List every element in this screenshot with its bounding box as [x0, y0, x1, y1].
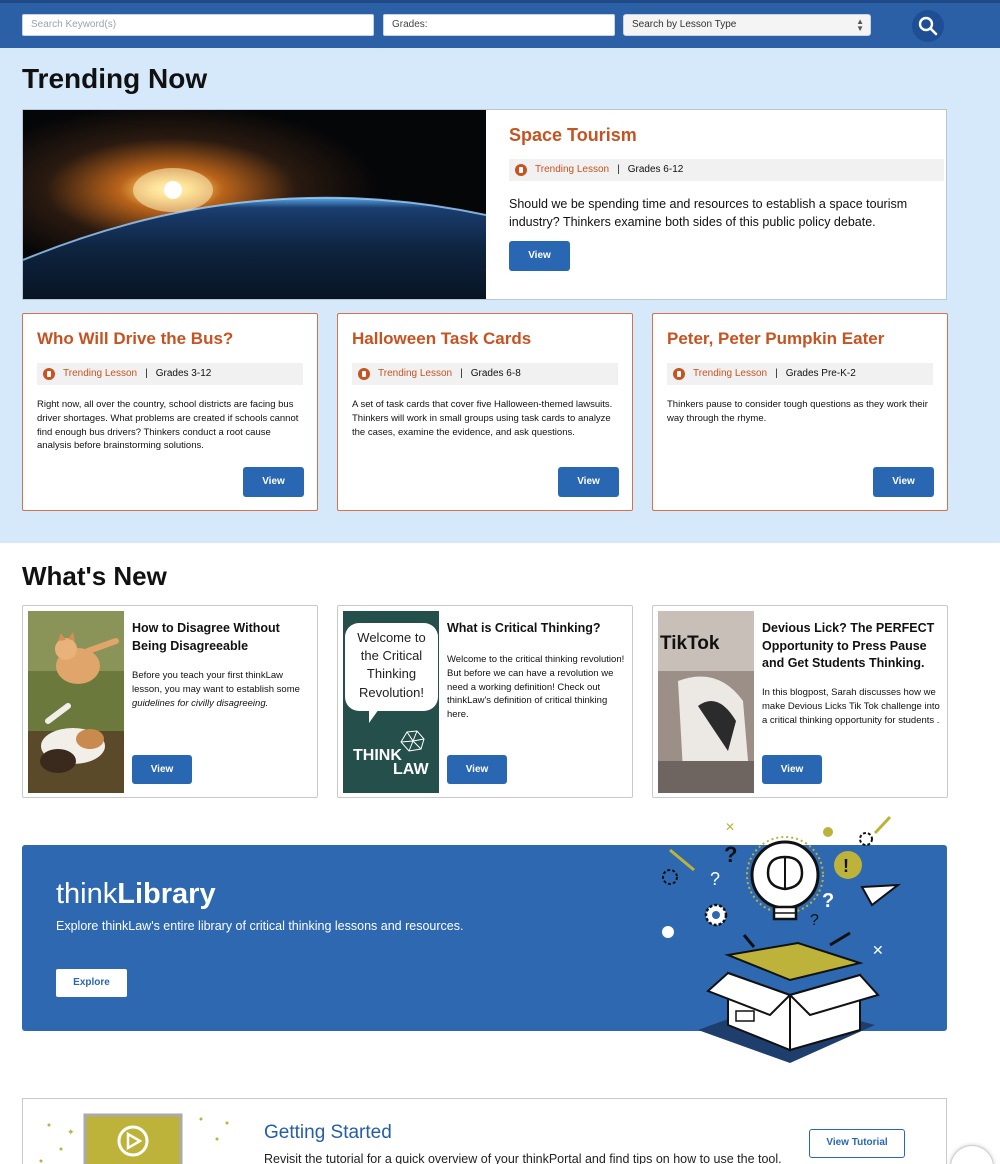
lesson-kind: Trending Lesson: [378, 368, 453, 379]
trending-card-title[interactable]: Who Will Drive the Bus?: [37, 329, 233, 349]
news-card-view-button[interactable]: View: [132, 755, 192, 784]
lesson-grades: Grades 3-12: [155, 368, 212, 379]
lesson-document-icon: [43, 368, 55, 380]
trending-card-description: A set of task cards that cover five Hall…: [352, 399, 613, 438]
news-card-title[interactable]: How to Disagree Without Being Disagreeab…: [132, 620, 312, 655]
getting-started-card: ✦ Getting Started Revisit the tutorial f…: [22, 1098, 947, 1164]
trending-card-view-button[interactable]: View: [873, 467, 934, 497]
trending-card-meta: Trending Lesson | Grades 6-8: [352, 363, 618, 385]
svg-text:?: ?: [710, 869, 720, 889]
news-card-title[interactable]: What is Critical Thinking?: [447, 620, 627, 638]
cats-playing-image: [28, 611, 124, 793]
svg-text:✕: ✕: [725, 820, 735, 834]
trending-card-view-button[interactable]: View: [243, 467, 304, 497]
featured-lesson-title[interactable]: Space Tourism: [509, 125, 637, 146]
grades-filter-input[interactable]: Grades:: [383, 14, 615, 36]
think-library-title-bold: Library: [117, 878, 216, 910]
brain-network-icon: [400, 730, 425, 752]
lesson-grades: Grades 6-12: [627, 164, 684, 175]
lesson-grades: Grades Pre-K-2: [785, 368, 856, 379]
news-card: How to Disagree Without Being Disagreeab…: [22, 605, 318, 798]
news-card-title[interactable]: Devious Lick? The PERFECT Opportunity to…: [762, 620, 942, 673]
news-card-description: Before you teach your first thinkLaw les…: [132, 669, 314, 710]
keyword-search-input[interactable]: Search Keyword(s): [22, 14, 374, 36]
tiktok-thumbnail: TikTok: [658, 611, 754, 793]
lesson-grades: Grades 6-8: [470, 368, 521, 379]
trending-card-description: Right now, all over the country, school …: [37, 399, 299, 452]
svg-text:✕: ✕: [872, 943, 884, 959]
search-bar: Search Keyword(s) Grades: Search by Less…: [0, 0, 1000, 48]
getting-started-description: Revisit the tutorial for a quick overvie…: [264, 1152, 782, 1164]
svg-text:?: ?: [810, 912, 819, 929]
trending-card: Who Will Drive the Bus? Trending Lesson |…: [22, 313, 318, 511]
news-card-view-button[interactable]: View: [762, 755, 822, 784]
trending-card-title[interactable]: Peter, Peter Pumpkin Eater: [667, 329, 884, 349]
trending-card-meta: Trending Lesson | Grades 3-12: [37, 363, 303, 385]
search-button[interactable]: [912, 10, 944, 42]
lesson-document-icon: [673, 368, 685, 380]
news-card-view-button[interactable]: View: [447, 755, 507, 784]
video-tutorial-illustration: ✦: [39, 1113, 229, 1164]
news-card-description-text: Before you teach your first thinkLaw les…: [132, 670, 300, 695]
speech-bubble-tail: [369, 709, 379, 723]
whats-new-heading: What's New: [22, 561, 167, 591]
getting-started-title: Getting Started: [264, 1122, 392, 1143]
news-card-description: Welcome to the critical thinking revolut…: [447, 654, 625, 721]
svg-text:?: ?: [822, 890, 834, 912]
featured-lesson-card: Space Tourism Trending Lesson | Grades 6-1…: [22, 109, 947, 300]
think-library-title: thinkLibrary: [56, 878, 216, 911]
think-library-title-light: think: [56, 878, 118, 910]
lesson-type-select[interactable]: Search by Lesson Type ▲ ▼: [623, 14, 871, 36]
lesson-type-selected-value: Search by Lesson Type: [632, 19, 737, 30]
tiktok-logo-text: TikTok: [660, 633, 720, 654]
lesson-kind: Trending Lesson: [693, 368, 768, 379]
trending-card-meta: Trending Lesson | Grades Pre-K-2: [667, 363, 933, 385]
trending-card-description: Thinkers pause to consider tough questio…: [667, 399, 928, 424]
thinklaw-logo-bottom: LAW: [393, 761, 429, 778]
search-icon: [918, 16, 938, 36]
news-card: Welcome to the Critical Thinking Revolut…: [337, 605, 633, 798]
explore-button[interactable]: Explore: [56, 969, 127, 997]
news-card-description: In this blogpost, Sarah discusses how we…: [762, 687, 940, 726]
featured-lesson-body: Space Tourism Trending Lesson | Grades 6-1…: [509, 110, 944, 299]
think-library-description: Explore thinkLaw's entire library of cri…: [56, 919, 464, 933]
select-arrows-icon: ▲ ▼: [856, 17, 864, 33]
svg-text:?: ?: [724, 842, 737, 867]
earth-sunrise-image: [23, 110, 486, 299]
lesson-document-icon: [515, 164, 527, 176]
trending-section: Trending Now Space Tourism Trending Less…: [0, 48, 1000, 543]
lesson-kind: Trending Lesson: [63, 368, 138, 379]
trending-card-title[interactable]: Halloween Task Cards: [352, 329, 531, 349]
svg-text:✦: ✦: [67, 1128, 75, 1138]
lesson-kind: Trending Lesson: [535, 164, 610, 175]
trending-heading: Trending Now: [22, 63, 208, 94]
featured-lesson-meta: Trending Lesson | Grades 6-12: [509, 159, 944, 181]
thumbnail-speech-bubble: Welcome to the Critical Thinking Revolut…: [345, 623, 438, 711]
help-chat-button[interactable]: [950, 1145, 994, 1164]
trending-card: Halloween Task Cards Trending Lesson | Gra…: [337, 313, 633, 511]
critical-thinking-thumbnail: Welcome to the Critical Thinking Revolut…: [343, 611, 439, 793]
view-tutorial-button[interactable]: View Tutorial: [809, 1129, 905, 1158]
lightbulb-box-illustration: ! ? ? ? ? ✕ ✕: [662, 815, 902, 1063]
trending-card-view-button[interactable]: View: [558, 467, 619, 497]
lesson-document-icon: [358, 368, 370, 380]
news-card: TikTok Devious Lick? The PERFECT Opportu…: [652, 605, 948, 798]
featured-view-button[interactable]: View: [509, 241, 570, 271]
featured-lesson-description: Should we be spending time and resources…: [509, 197, 908, 230]
svg-text:!: !: [843, 856, 849, 876]
trending-card: Peter, Peter Pumpkin Eater Trending Less…: [652, 313, 948, 511]
news-card-description-italic: guidelines for civilly disagreeing.: [132, 697, 269, 709]
